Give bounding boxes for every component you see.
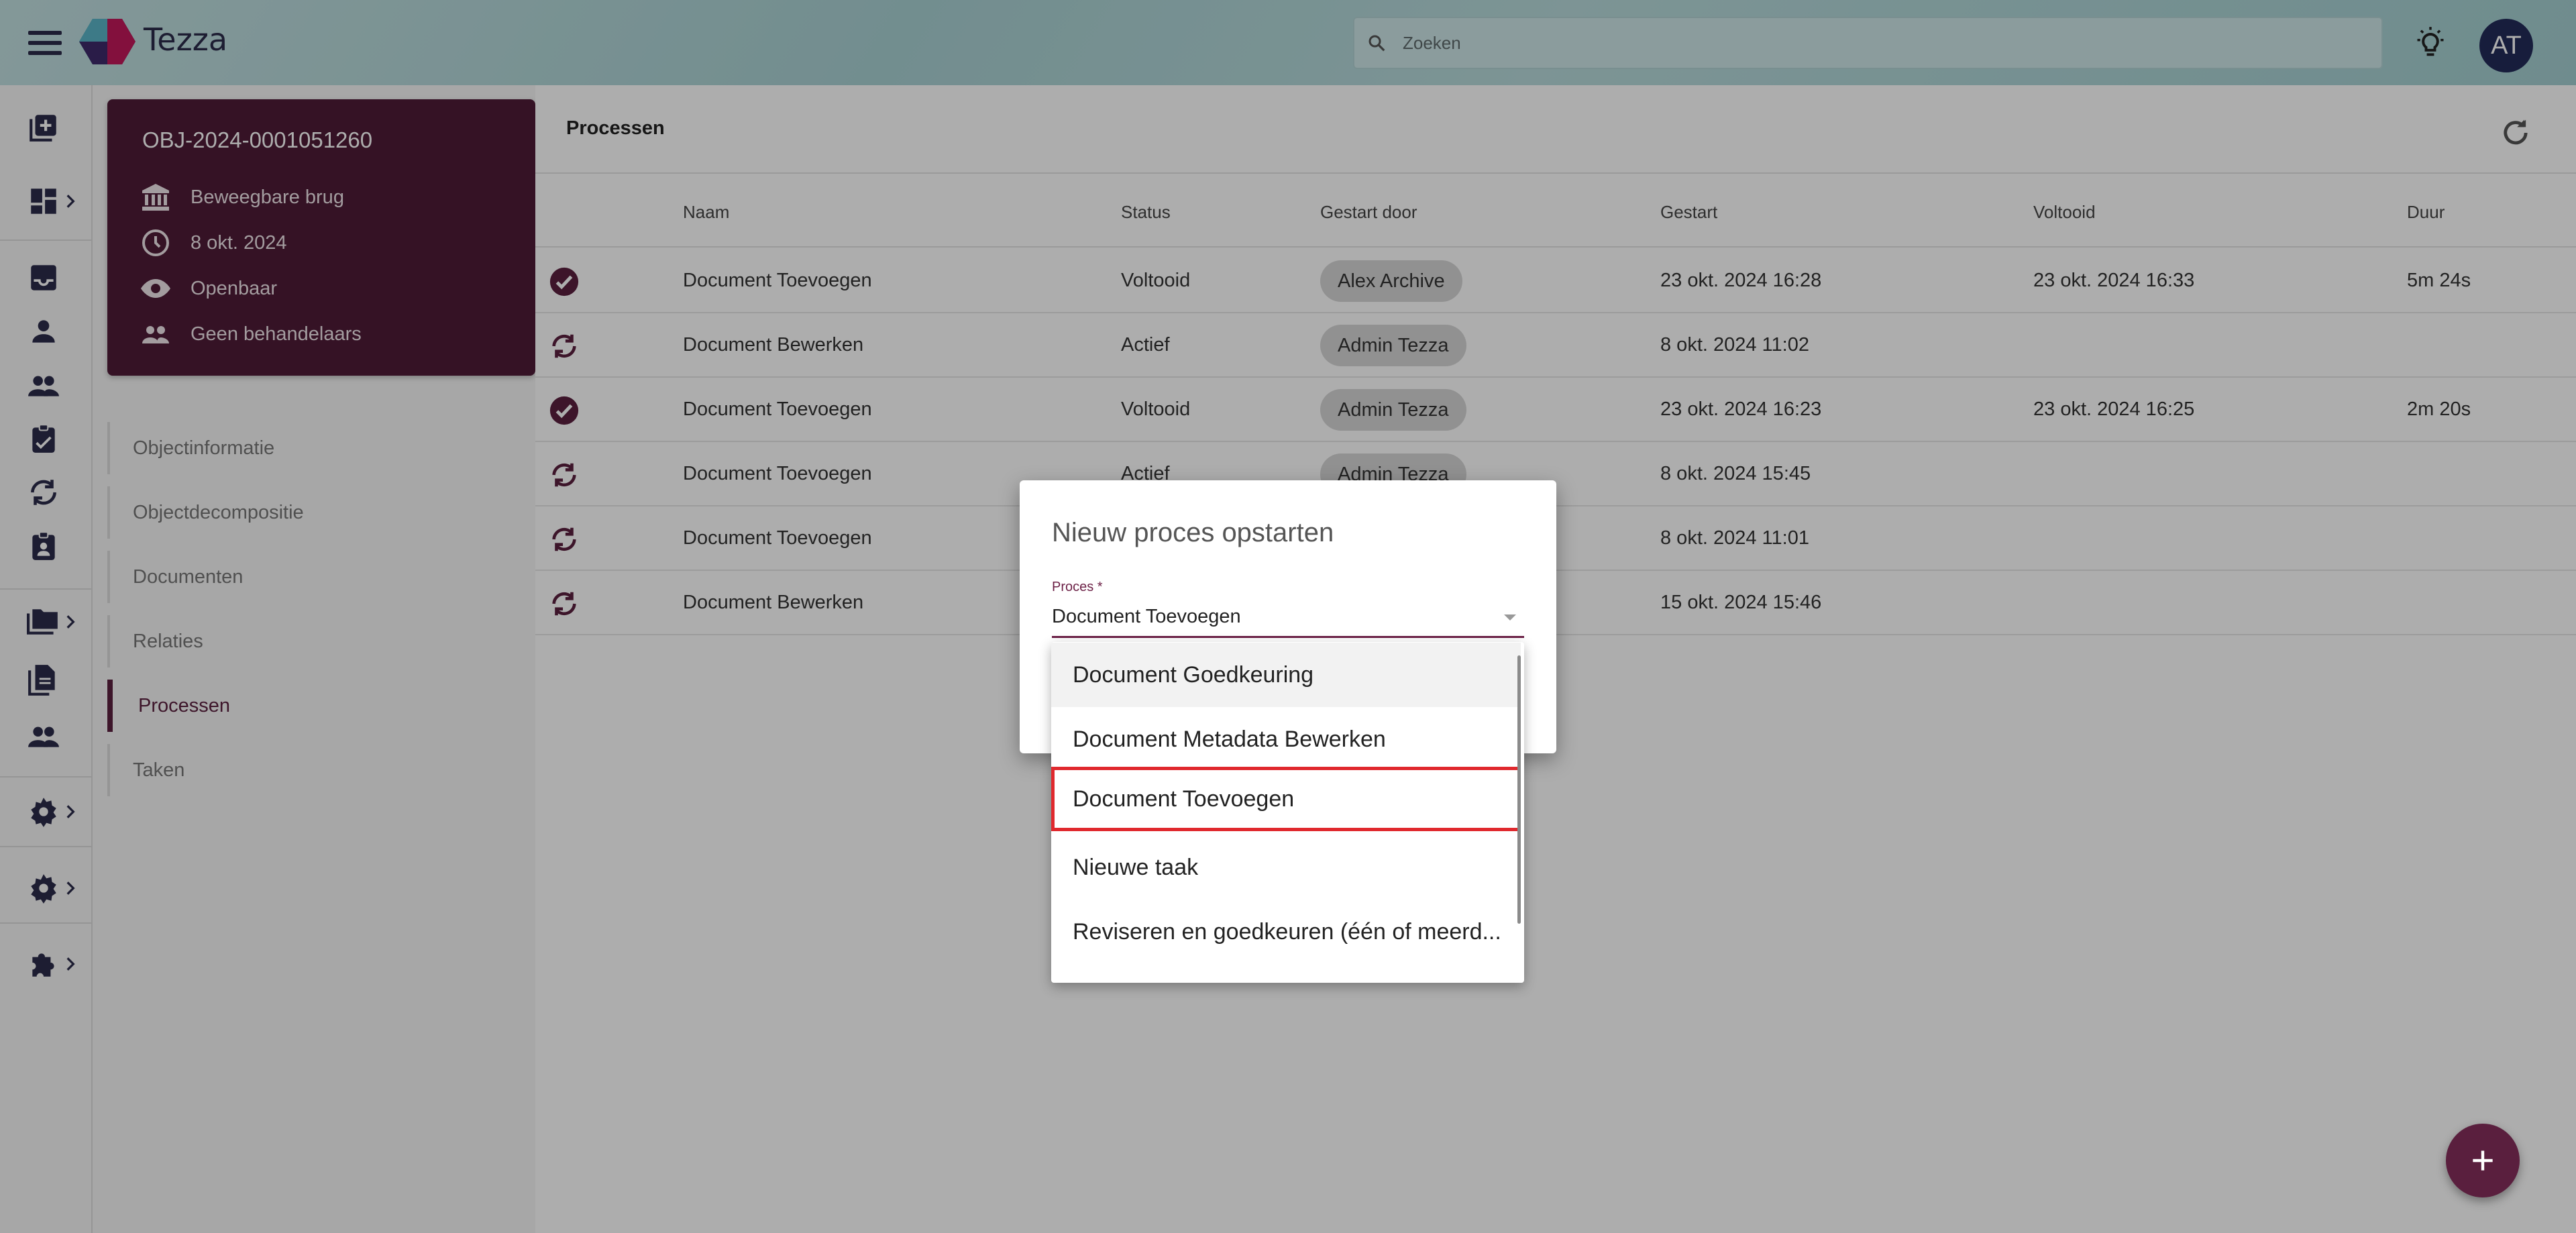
process-select[interactable]: Document Toevoegen [1052,606,1241,628]
option-document-goedkeuring[interactable]: Document Goedkeuring [1051,643,1521,707]
option-document-toevoegen[interactable]: Document Toevoegen [1051,767,1521,831]
scrollbar[interactable] [1517,655,1521,924]
process-field-label: Proces * [1052,580,1103,594]
option-document-metadata-bewerken[interactable]: Document Metadata Bewerken [1051,707,1521,771]
process-dropdown: Document Goedkeuring Document Metadata B… [1051,642,1524,983]
add-process-button[interactable] [2446,1124,2520,1197]
option-reviseren-en-goedkeuren[interactable]: Reviseren en goedkeuren (één of meerd... [1051,900,1521,964]
field-underline [1052,636,1524,638]
plus-icon [2473,1150,2493,1171]
option-nieuwe-taak[interactable]: Nieuwe taak [1051,835,1521,900]
dropdown-arrow-icon[interactable] [1504,614,1516,621]
dialog-title: Nieuw proces opstarten [1052,518,1334,547]
